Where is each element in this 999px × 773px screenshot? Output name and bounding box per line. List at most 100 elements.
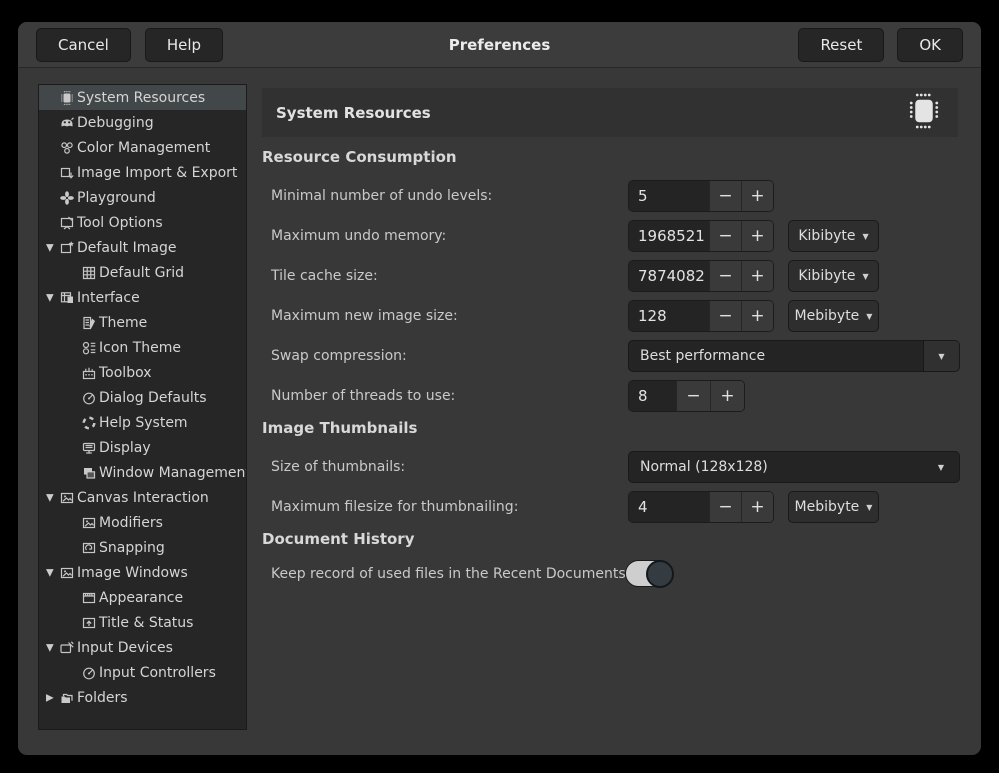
picture-icon [59, 490, 75, 506]
decrement-button[interactable]: − [709, 301, 741, 331]
reset-button[interactable]: Reset [798, 28, 884, 62]
sidebar-item-label: Tool Options [77, 215, 163, 231]
sidebar-item-image-windows[interactable]: ▼Image Windows [39, 560, 246, 585]
sidebar-item-label: Default Grid [99, 265, 184, 281]
threads-row: Number of threads to use: − + [262, 380, 958, 412]
sidebar-item-canvas-interaction[interactable]: ▼ Canvas Interaction [39, 485, 246, 510]
title-status-icon [81, 615, 97, 631]
minus-icon: − [686, 386, 700, 406]
expander-open-icon[interactable]: ▼ [46, 492, 59, 503]
ok-button[interactable]: OK [897, 28, 963, 62]
undo-memory-unit-dropdown[interactable]: Kibibyte ▼ [788, 220, 879, 252]
plus-icon: + [750, 226, 764, 246]
undo-levels-label: Minimal number of undo levels: [271, 188, 492, 204]
thumb-filesize-row: Maximum filesize for thumbnailing: − + M… [262, 491, 958, 523]
increment-button[interactable]: + [741, 261, 773, 291]
undo-memory-spinner: − + [628, 220, 774, 252]
thumb-size-label: Size of thumbnails: [271, 459, 405, 475]
sidebar-item-label: Image Import & Export [77, 165, 237, 181]
max-new-image-input[interactable] [629, 301, 709, 331]
decrement-button[interactable]: − [709, 261, 741, 291]
tile-cache-unit-dropdown[interactable]: Kibibyte ▼ [788, 260, 879, 292]
fan-icon [59, 190, 75, 206]
undo-memory-input[interactable] [629, 221, 709, 251]
monitor-icon [81, 440, 97, 456]
recent-docs-toggle[interactable] [625, 560, 673, 587]
thumb-filesize-input[interactable] [629, 492, 709, 522]
wilber-icon [59, 115, 75, 131]
minus-icon: − [718, 497, 732, 517]
section-image-thumbnails: Image Thumbnails [262, 419, 417, 437]
unit-value: Mebibyte [795, 308, 860, 324]
sidebar-item-label: Snapping [99, 540, 165, 556]
sidebar-item-interface[interactable]: ▼Interface [39, 285, 246, 310]
increment-button[interactable]: + [741, 492, 773, 522]
expander-open-icon[interactable]: ▼ [46, 642, 59, 653]
thumb-filesize-label: Maximum filesize for thumbnailing: [271, 499, 518, 515]
thumb-size-dropdown[interactable]: Normal (128x128) ▼ [628, 451, 960, 483]
max-new-image-unit-dropdown[interactable]: Mebibyte ▼ [788, 300, 879, 332]
sidebar-item-label: Canvas Interaction [77, 490, 209, 506]
threads-spinner: − + [628, 380, 745, 412]
cancel-button[interactable]: Cancel [36, 28, 131, 62]
plus-icon: + [750, 186, 764, 206]
sidebar-item-playground[interactable]: Playground [39, 185, 246, 210]
sidebar-item-default-image[interactable]: ▼Default Image [39, 235, 246, 260]
expander-open-icon[interactable]: ▼ [46, 292, 59, 303]
sidebar-item-input-controllers[interactable]: Input Controllers [39, 660, 246, 685]
sidebar-item-toolbox[interactable]: Toolbox [39, 360, 246, 385]
decrement-button[interactable]: − [676, 381, 710, 411]
expander-open-icon[interactable]: ▼ [46, 567, 59, 578]
sidebar-item-input-devices[interactable]: ▼Input Devices [39, 635, 246, 660]
sidebar-item-modifiers[interactable]: Modifiers [39, 510, 246, 535]
sidebar-item-help-system[interactable]: Help System [39, 410, 246, 435]
ruler-window-icon [81, 590, 97, 606]
sidebar-item-image-import-export[interactable]: Image Import & Export [39, 160, 246, 185]
sidebar-item-color-management[interactable]: Color Management [39, 135, 246, 160]
picture-icon [59, 565, 75, 581]
undo-levels-input[interactable] [629, 181, 709, 211]
undo-memory-label: Maximum undo memory: [271, 228, 446, 244]
sidebar-item-folders[interactable]: ▶Folders [39, 685, 246, 710]
increment-button[interactable]: + [710, 381, 744, 411]
categories-tree: System ResourcesDebuggingColor Managemen… [38, 84, 247, 730]
increment-button[interactable]: + [741, 181, 773, 211]
increment-button[interactable]: + [741, 221, 773, 251]
minus-icon: − [718, 186, 732, 206]
sidebar-item-title-status[interactable]: Title & Status [39, 610, 246, 635]
sidebar-item-appearance[interactable]: Appearance [39, 585, 246, 610]
panel-icon [59, 290, 75, 306]
sidebar-item-icon-theme[interactable]: Icon Theme [39, 335, 246, 360]
thumb-filesize-unit-dropdown[interactable]: Mebibyte ▼ [788, 491, 879, 523]
decrement-button[interactable]: − [709, 492, 741, 522]
unit-value: Kibibyte [798, 228, 855, 244]
swap-compression-dropdown[interactable]: Best performance ▼ [628, 340, 960, 372]
combo-value: Best performance [629, 348, 923, 364]
help-button[interactable]: Help [145, 28, 223, 62]
max-new-image-row: Maximum new image size: − + Mebibyte ▼ [262, 300, 958, 332]
decrement-button[interactable]: − [709, 221, 741, 251]
dialog-titlebar: Cancel Help Preferences Reset OK [18, 22, 981, 68]
sidebar-item-tool-options[interactable]: Tool Options [39, 210, 246, 235]
sidebar-item-display[interactable]: Display [39, 435, 246, 460]
sidebar-item-system-resources[interactable]: System Resources [39, 85, 246, 110]
sidebar-item-theme[interactable]: Theme [39, 310, 246, 335]
tile-cache-spinner: − + [628, 260, 774, 292]
increment-button[interactable]: + [741, 301, 773, 331]
decrement-button[interactable]: − [709, 181, 741, 211]
threads-input[interactable] [629, 381, 676, 411]
expander-closed-icon[interactable]: ▶ [46, 692, 59, 703]
sidebar-item-dialog-defaults[interactable]: Dialog Defaults [39, 385, 246, 410]
threads-label: Number of threads to use: [271, 388, 455, 404]
sidebar-item-debugging[interactable]: Debugging [39, 110, 246, 135]
tile-cache-input[interactable] [629, 261, 709, 291]
sidebar-item-label: Window Management [99, 465, 247, 481]
screen-background: Cancel Help Preferences Reset OK System … [0, 0, 999, 773]
sidebar-item-snapping[interactable]: Snapping [39, 535, 246, 560]
chevron-down-icon: ▼ [938, 352, 944, 361]
expander-open-icon[interactable]: ▼ [46, 242, 59, 253]
sidebar-item-window-management[interactable]: Window Management [39, 460, 246, 485]
chevron-down-icon: ▼ [862, 232, 868, 241]
sidebar-item-default-grid[interactable]: Default Grid [39, 260, 246, 285]
page-title: System Resources [276, 104, 904, 122]
